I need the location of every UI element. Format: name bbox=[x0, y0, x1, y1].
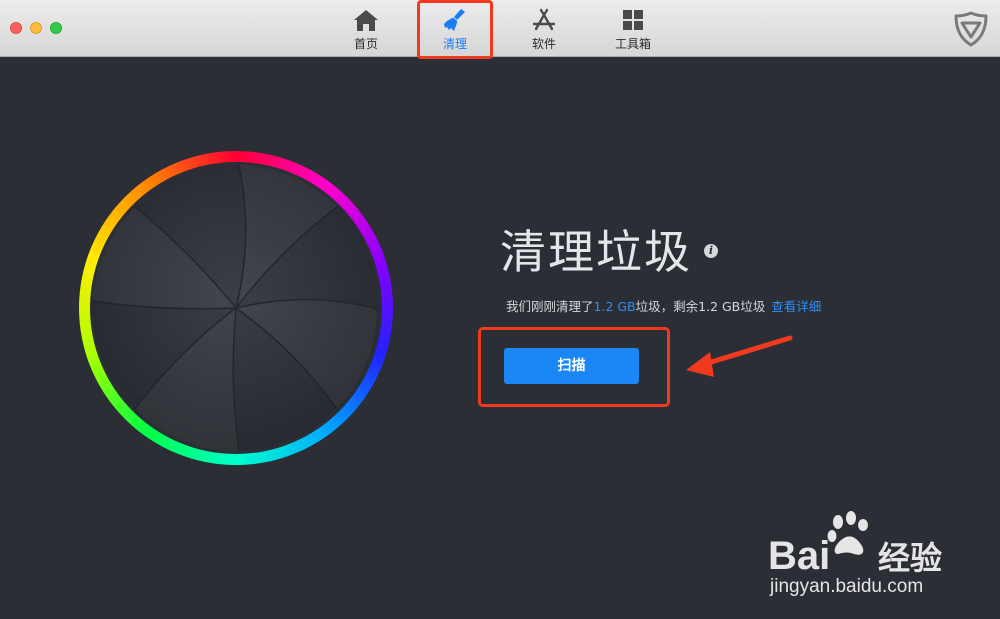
status-middle: 垃圾，剩余1.2 GB垃圾 bbox=[635, 299, 766, 314]
info-icon[interactable]: i bbox=[704, 244, 718, 258]
watermark-brand-left: Bai bbox=[768, 534, 831, 578]
annotation-arrow-icon bbox=[686, 335, 793, 377]
watermark-brand-right: 经验 bbox=[878, 539, 943, 577]
status-prefix: 我们刚刚清理了 bbox=[506, 299, 594, 314]
close-window-button[interactable] bbox=[10, 22, 22, 34]
tab-toolbox-label: 工具箱 bbox=[614, 37, 651, 51]
tab-toolbox[interactable]: 工具箱 bbox=[598, 4, 668, 54]
tab-software-label: 软件 bbox=[531, 37, 556, 51]
title-bar: 首页 清理 软件 工具箱 bbox=[0, 0, 1000, 59]
scan-button[interactable]: 扫描 bbox=[504, 348, 639, 384]
maximize-window-button[interactable] bbox=[50, 22, 62, 34]
app-store-icon bbox=[532, 8, 556, 31]
scan-dial-graphic bbox=[79, 151, 393, 465]
shield-logo-icon[interactable] bbox=[952, 10, 990, 48]
toolbox-grid-icon bbox=[623, 10, 643, 30]
tab-home[interactable]: 首页 bbox=[331, 4, 401, 54]
baidu-jingyan-watermark: Bai 经验 jingyan.baidu.com bbox=[758, 510, 998, 610]
page-title: 清理垃圾 bbox=[500, 225, 692, 279]
baidu-paw-icon bbox=[827, 511, 868, 555]
tab-home-label: 首页 bbox=[353, 37, 378, 51]
tab-software[interactable]: 软件 bbox=[509, 4, 579, 54]
app-window: 首页 清理 软件 工具箱 清理垃圾 i 我们刚刚清理了1.2 GB垃圾，剩余1.… bbox=[0, 0, 1000, 619]
home-icon bbox=[354, 10, 378, 31]
cleanup-status-text: 我们刚刚清理了1.2 GB垃圾，剩余1.2 GB垃圾 查看详细 bbox=[506, 296, 821, 315]
watermark-url: jingyan.baidu.com bbox=[770, 576, 924, 597]
annotation-highlight-tab bbox=[417, 0, 493, 59]
cleaned-size: 1.2 GB bbox=[593, 299, 636, 314]
minimize-window-button[interactable] bbox=[30, 22, 42, 34]
view-details-link[interactable]: 查看详细 bbox=[771, 299, 821, 314]
